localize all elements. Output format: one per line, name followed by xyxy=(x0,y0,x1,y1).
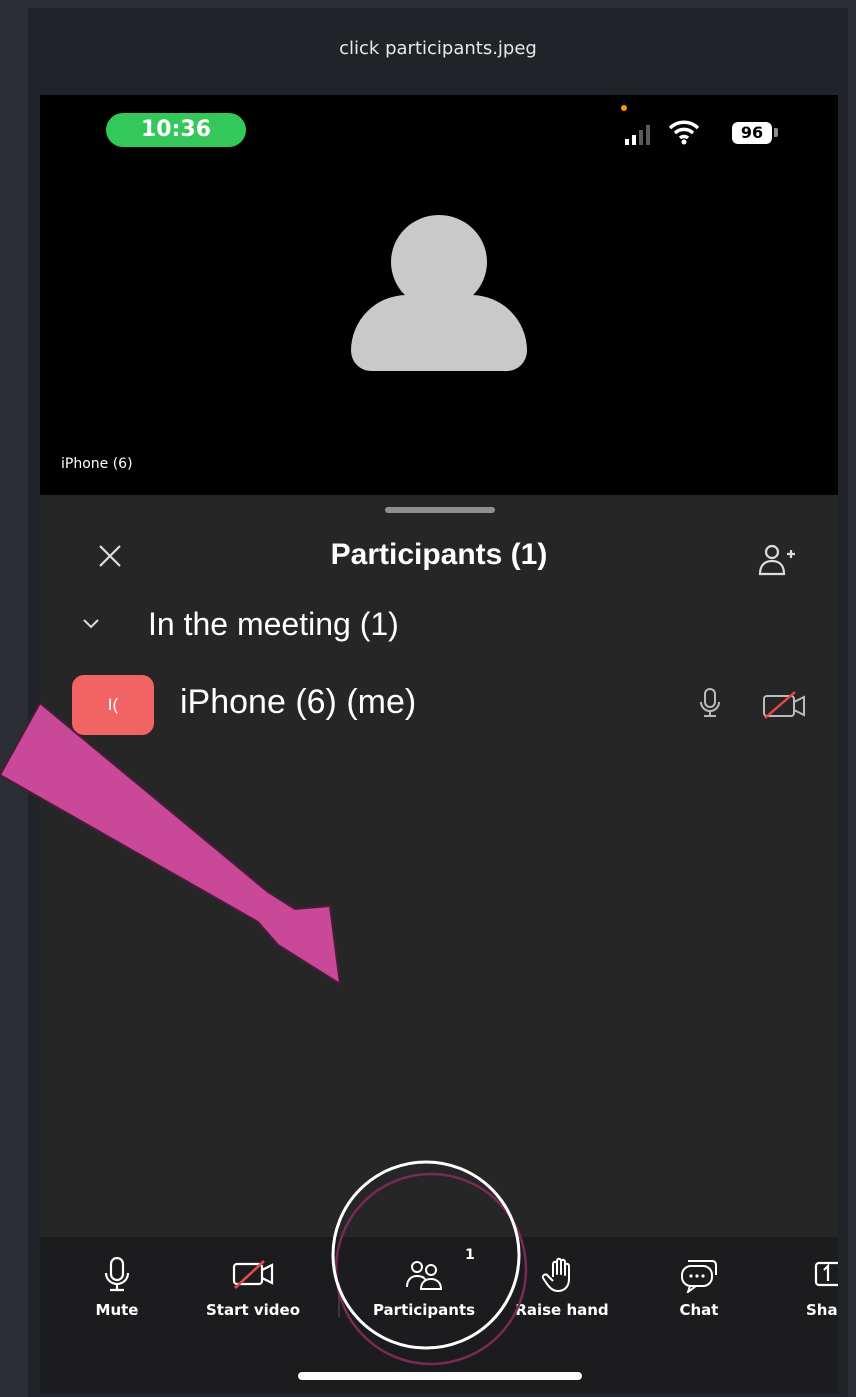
raise-hand-label: Raise hand xyxy=(515,1301,609,1319)
home-indicator xyxy=(298,1372,582,1380)
share-label: Sha xyxy=(806,1301,838,1319)
microphone-icon xyxy=(104,1257,130,1292)
start-video-button[interactable]: Start video xyxy=(198,1237,308,1327)
chat-icon xyxy=(681,1260,717,1293)
battery-level: 96 xyxy=(732,122,772,144)
toolbar-separator xyxy=(338,1283,340,1317)
participants-label: Participants xyxy=(372,1301,476,1319)
participants-button[interactable]: Participants xyxy=(369,1237,479,1327)
video-off-icon xyxy=(232,1260,274,1289)
chevron-down-icon[interactable] xyxy=(81,616,101,630)
chat-label: Chat xyxy=(679,1301,719,1319)
share-button[interactable]: Sha xyxy=(780,1237,838,1327)
participant-avatar: I( xyxy=(72,675,154,735)
microphone-icon xyxy=(700,688,720,717)
avatar-placeholder-body xyxy=(351,295,527,371)
add-user-icon[interactable] xyxy=(756,542,796,578)
video-off-icon xyxy=(763,691,805,719)
participants-count-badge: 1 xyxy=(465,1247,475,1263)
mute-button[interactable]: Mute xyxy=(62,1237,172,1327)
video-tile[interactable]: 10:36 96 iPhone (6) xyxy=(40,95,838,495)
hand-icon xyxy=(541,1257,570,1292)
mute-label: Mute xyxy=(95,1301,139,1319)
chat-button[interactable]: Chat xyxy=(644,1237,754,1327)
wifi-icon xyxy=(668,120,700,145)
section-in-meeting[interactable]: In the meeting (1) xyxy=(148,606,399,643)
share-screen-icon xyxy=(814,1261,838,1287)
mic-in-use-indicator xyxy=(621,105,627,111)
start-video-label: Start video xyxy=(205,1301,301,1319)
battery-cap xyxy=(774,128,778,137)
participants-icon xyxy=(406,1261,443,1290)
sheet-grabber[interactable] xyxy=(385,507,495,513)
status-time: 10:36 xyxy=(106,113,246,147)
panel-title: Participants (1) xyxy=(330,538,548,571)
cellular-signal-icon xyxy=(625,125,650,145)
viewer-title: click participants.jpeg xyxy=(339,38,537,59)
meeting-toolbar: Mute Start video Participants Raise hand… xyxy=(40,1237,838,1393)
video-tile-label: iPhone (6) xyxy=(61,456,133,472)
participant-name[interactable]: iPhone (6) (me) xyxy=(180,683,416,722)
raise-hand-button[interactable]: Raise hand xyxy=(507,1237,617,1327)
phone-screen: 10:36 96 iPhone (6) Participants (1) In … xyxy=(40,95,838,1393)
